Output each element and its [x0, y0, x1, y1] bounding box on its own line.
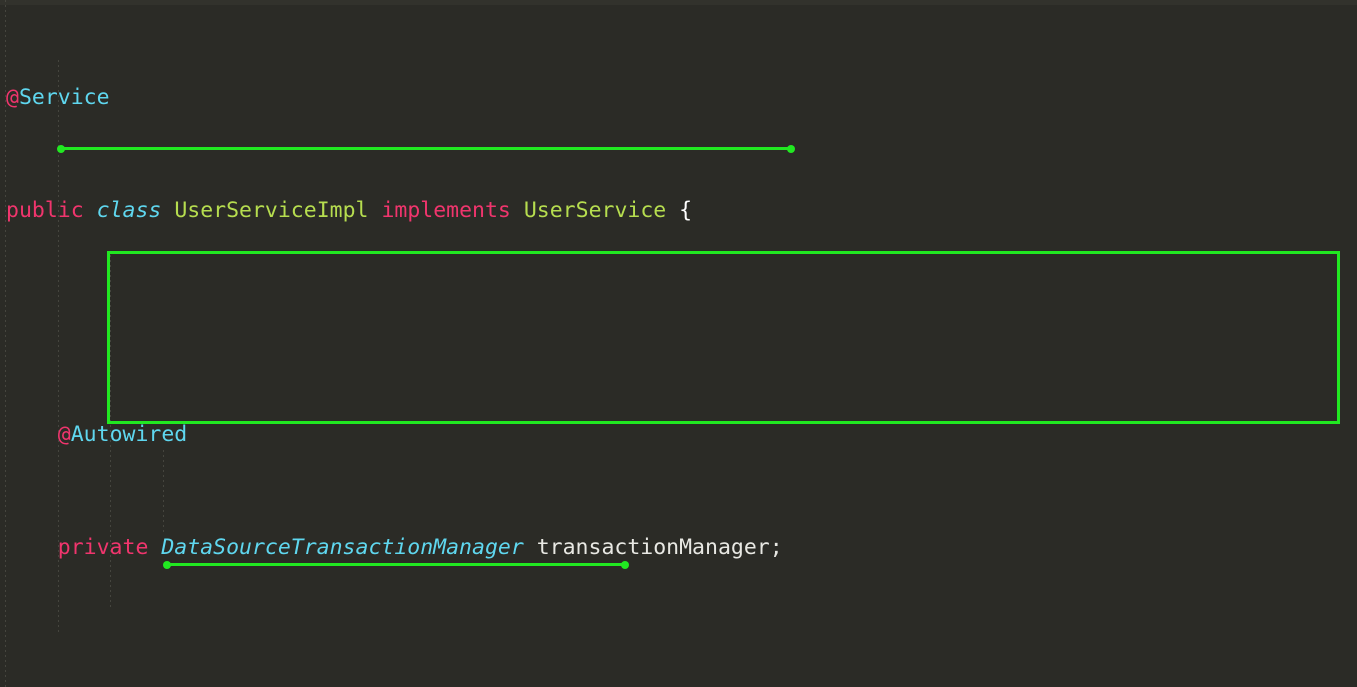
kw-class: class: [96, 197, 162, 223]
code-line-5: private DataSourceTransactionManager tra…: [57, 534, 783, 560]
kw-private: private: [57, 534, 149, 560]
annotation-at-sign: @: [57, 422, 71, 448]
code-line-4: @Autowired: [0, 421, 1357, 449]
type-datasourcetransactionmanager: DataSourceTransactionManager: [161, 534, 524, 560]
code-content[interactable]: @Service public class UserServiceImpl im…: [0, 0, 1357, 687]
annotation-at-sign: @: [6, 85, 19, 111]
annotation-autowired: Autowired: [70, 422, 188, 448]
code-editor-screenshot: @Service public class UserServiceImpl im…: [0, 0, 1357, 687]
code-line-1: @Service: [0, 84, 1357, 112]
interface-name-userservice: UserService: [523, 197, 667, 223]
kw-public: public: [6, 197, 84, 223]
annotation-service: Service: [18, 85, 110, 111]
transaction-manager-field-underline: [57, 144, 795, 153]
code-line-2: public class UserServiceImpl implements …: [6, 197, 693, 223]
kw-implements: implements: [381, 197, 511, 223]
class-name-userserviceimpl: UserServiceImpl: [174, 197, 369, 223]
rollback-call-underline: [163, 560, 629, 569]
